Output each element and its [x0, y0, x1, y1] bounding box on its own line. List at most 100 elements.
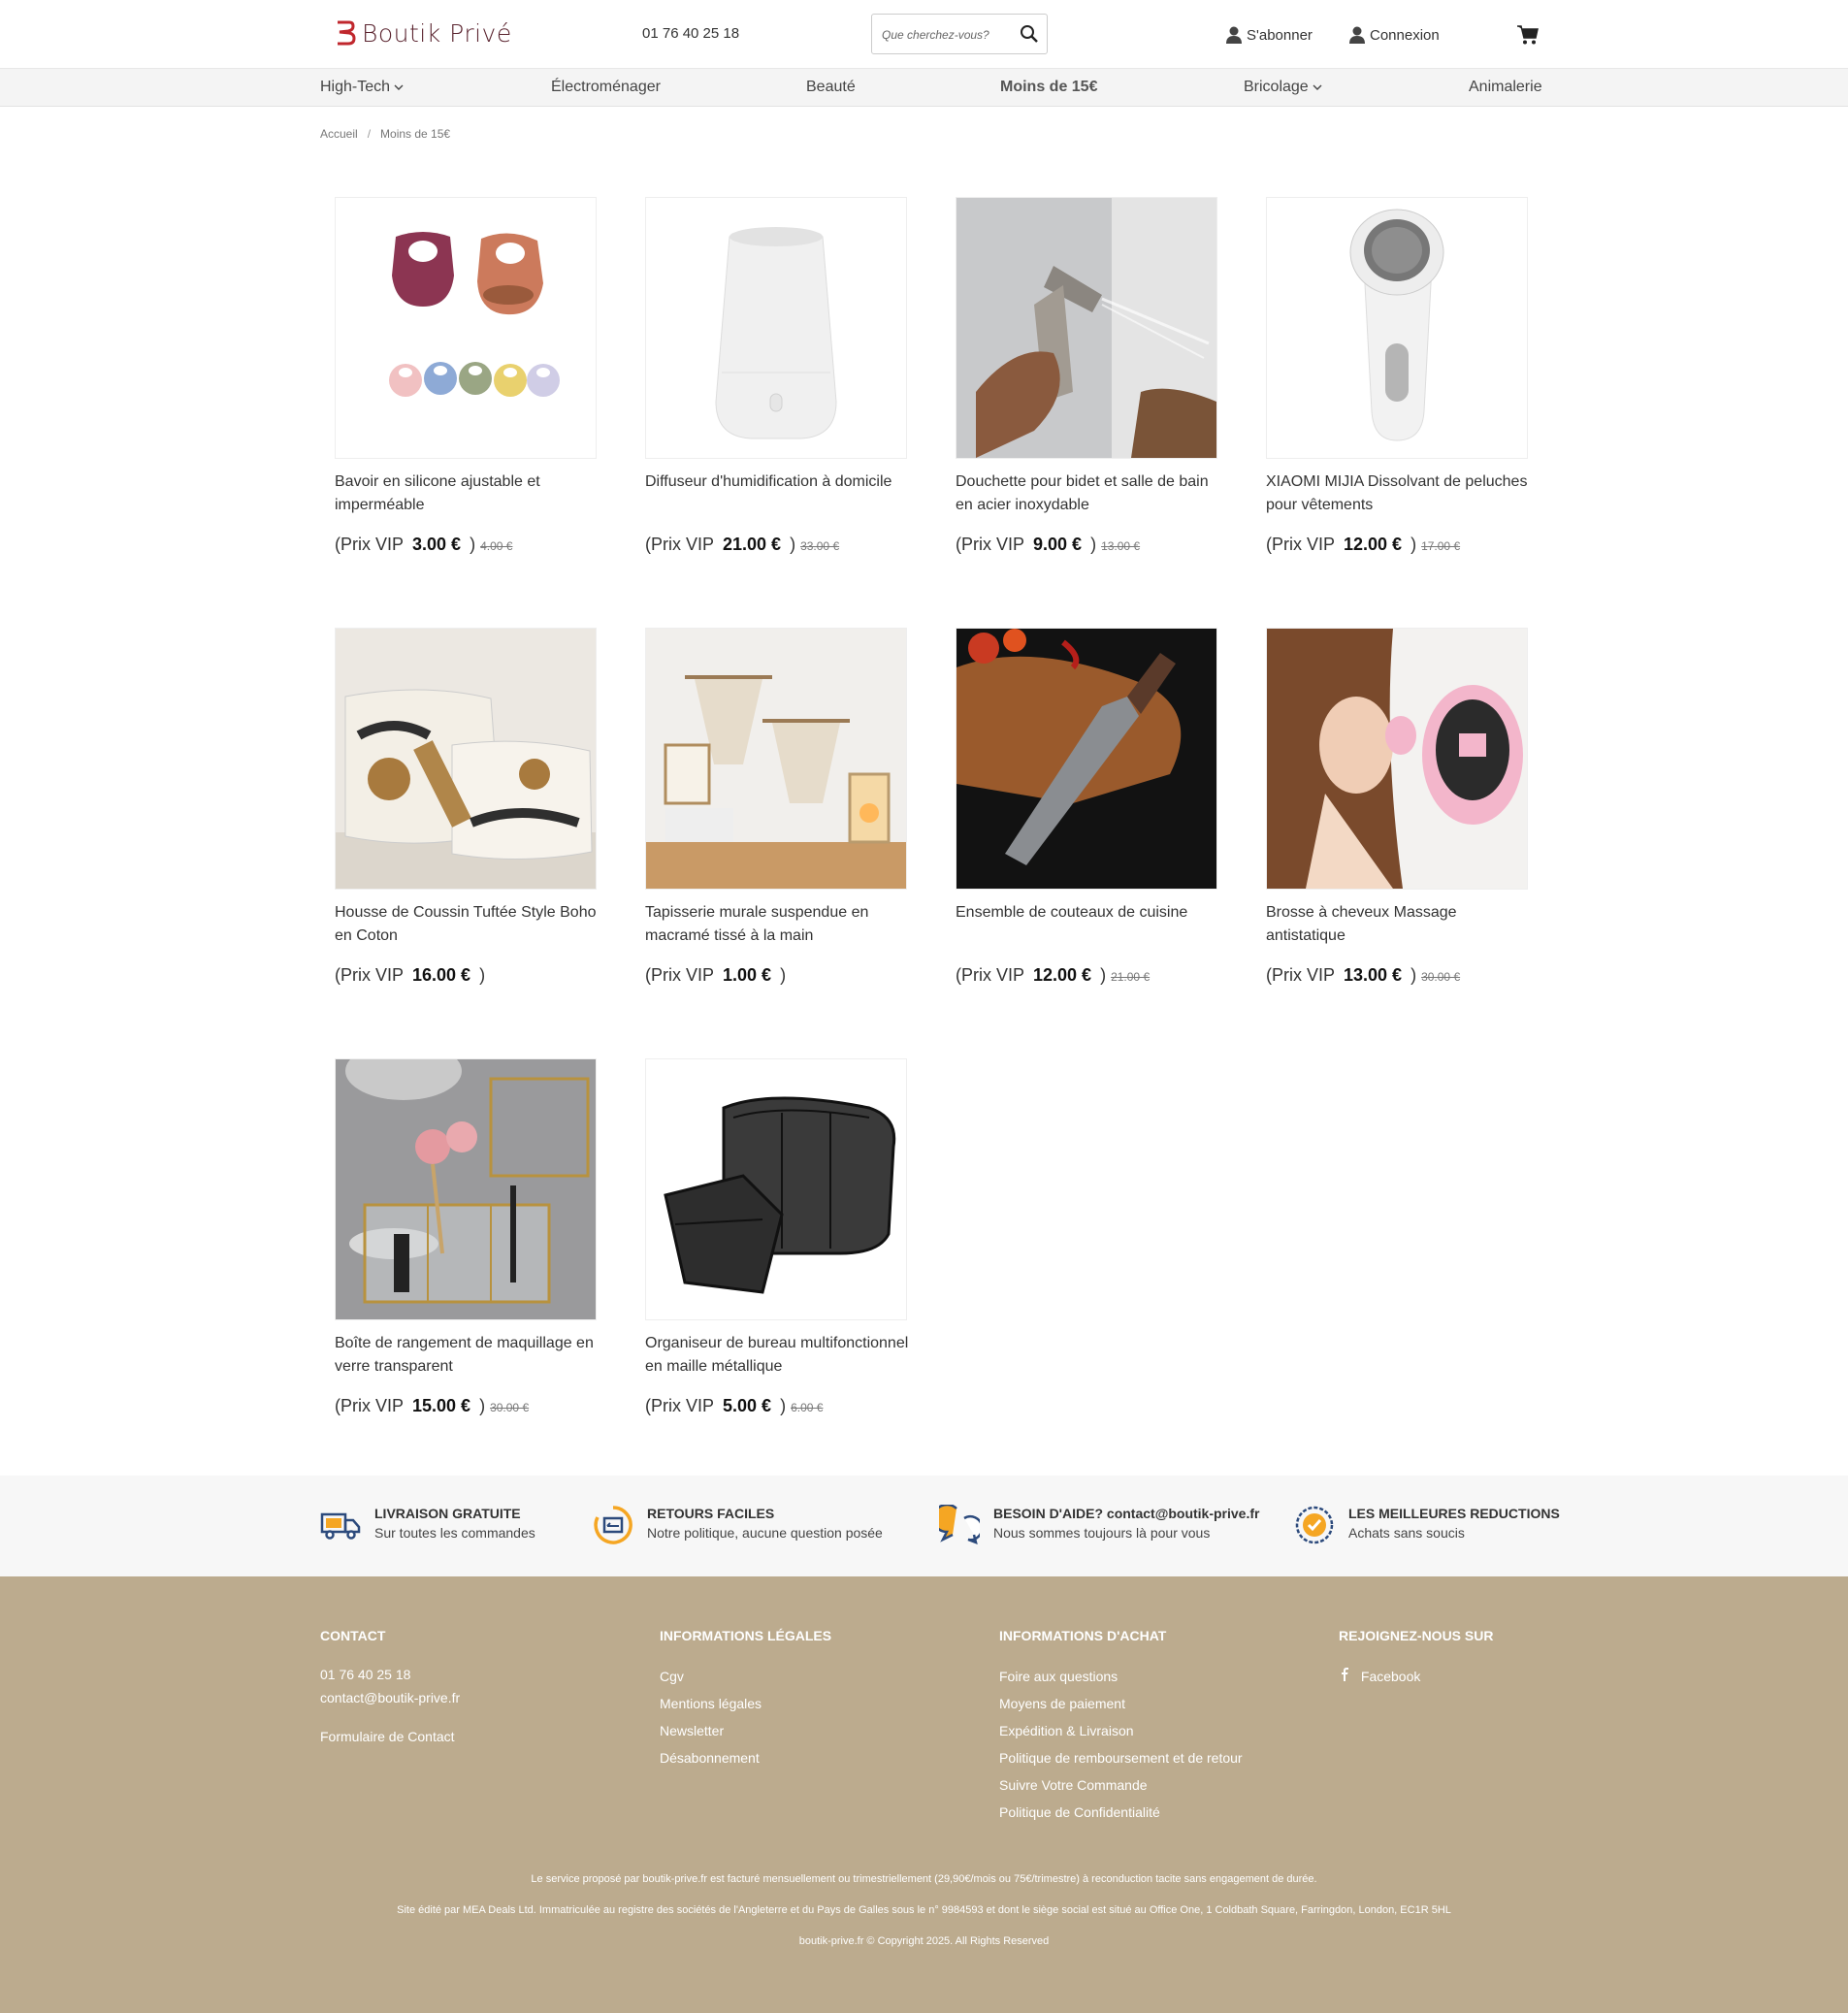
product-title[interactable]: Douchette pour bidet et salle de bain en…	[956, 471, 1219, 517]
nav-item-beaute[interactable]: Beauté	[806, 79, 856, 96]
footer-link-payment[interactable]: Moyens de paiement	[999, 1690, 1243, 1717]
breadcrumb-home[interactable]: Accueil	[320, 127, 358, 141]
login-link[interactable]: Connexion	[1347, 25, 1440, 45]
breadcrumb-current: Moins de 15€	[380, 127, 451, 141]
footer-company-notice: Site édité par MEA Deals Ltd. Immatricul…	[397, 1904, 1451, 1916]
benefit-subtitle: Notre politique, aucune question posée	[647, 1525, 883, 1541]
product-title[interactable]: Boîte de rangement de maquillage en verr…	[335, 1332, 599, 1379]
footer-email[interactable]: contact@boutik-prive.fr	[320, 1686, 460, 1709]
humidifier-image	[646, 198, 906, 458]
nav-item-electromenager[interactable]: Électroménager	[551, 79, 661, 96]
product-price: (Prix VIP 5.00 € ) 6.00 €	[645, 1396, 909, 1416]
product-card[interactable]: Housse de Coussin Tuftée Style Boho en C…	[335, 628, 599, 986]
product-image[interactable]	[645, 1058, 907, 1320]
price-amount: 9.00 €	[1033, 535, 1083, 554]
login-label: Connexion	[1370, 26, 1440, 44]
product-image[interactable]	[335, 197, 597, 459]
price-amount: 15.00 €	[412, 1396, 471, 1415]
product-price: (Prix VIP 21.00 € ) 33.00 €	[645, 535, 909, 555]
product-image[interactable]	[1266, 628, 1528, 890]
old-price: 17.00 €	[1421, 539, 1461, 553]
footer-link-cgv[interactable]: Cgv	[660, 1663, 831, 1690]
footer-link-refund[interactable]: Politique de remboursement et de retour	[999, 1744, 1243, 1771]
price-suffix: )	[790, 535, 796, 554]
product-image[interactable]	[335, 1058, 597, 1320]
footer-contact-form-link[interactable]: Formulaire de Contact	[320, 1725, 460, 1748]
price-prefix: (Prix VIP	[645, 965, 715, 985]
search-input[interactable]	[882, 24, 1008, 46]
product-card[interactable]: Tapisserie murale suspendue en macramé t…	[645, 628, 909, 986]
price-suffix: )	[1100, 965, 1107, 985]
price-suffix: )	[780, 965, 787, 985]
product-price: (Prix VIP 9.00 € ) 13.00 €	[956, 535, 1219, 555]
product-image[interactable]	[645, 628, 907, 890]
product-image[interactable]	[1266, 197, 1528, 459]
price-amount: 16.00 €	[412, 965, 471, 985]
product-card[interactable]: Brosse à cheveux Massage antistatique (P…	[1266, 628, 1530, 986]
benefits-strip: LIVRAISON GRATUITE Sur toutes les comman…	[0, 1476, 1848, 1576]
benefit-subtitle: Nous sommes toujours là pour vous	[993, 1525, 1211, 1541]
price-suffix: )	[1410, 965, 1417, 985]
product-title[interactable]: Bavoir en silicone ajustable et imperméa…	[335, 471, 599, 517]
site-footer: CONTACT 01 76 40 25 18 contact@boutik-pr…	[0, 1576, 1848, 2013]
benefit-title: RETOURS FACILES	[647, 1506, 775, 1521]
product-price: (Prix VIP 16.00 € )	[335, 965, 599, 986]
nav-item-animalerie[interactable]: Animalerie	[1469, 79, 1542, 96]
product-card[interactable]: Ensemble de couteaux de cuisine (Prix VI…	[956, 628, 1219, 986]
product-title[interactable]: Tapisserie murale suspendue en macramé t…	[645, 901, 909, 948]
footer-link-newsletter[interactable]: Newsletter	[660, 1717, 831, 1744]
footer-facebook-link[interactable]: Facebook	[1339, 1663, 1493, 1690]
footer-phone[interactable]: 01 76 40 25 18	[320, 1663, 460, 1686]
product-title[interactable]: Organiseur de bureau multifonctionnel en…	[645, 1332, 909, 1379]
product-card[interactable]: XIAOMI MIJIA Dissolvant de peluches pour…	[1266, 197, 1530, 555]
footer-link-unsubscribe[interactable]: Désabonnement	[660, 1744, 831, 1771]
cart-icon[interactable]	[1516, 23, 1540, 47]
price-amount: 12.00 €	[1033, 965, 1092, 985]
subscribe-link[interactable]: S'abonner	[1224, 25, 1313, 45]
product-image[interactable]	[956, 628, 1217, 890]
product-title[interactable]: Brosse à cheveux Massage antistatique	[1266, 901, 1530, 948]
benefit-subtitle: Sur toutes les commandes	[374, 1525, 535, 1541]
footer-link-track-order[interactable]: Suivre Votre Commande	[999, 1771, 1243, 1799]
footer-copyright: boutik-prive.fr © Copyright 2025. All Ri…	[798, 1935, 1050, 1947]
footer-link-shipping[interactable]: Expédition & Livraison	[999, 1717, 1243, 1744]
old-price: 4.00 €	[480, 539, 513, 553]
footer-link-privacy[interactable]: Politique de Confidentialité	[999, 1799, 1243, 1826]
product-card[interactable]: Bavoir en silicone ajustable et imperméa…	[335, 197, 599, 555]
site-header: Boutik Privé 01 76 40 25 18 S'abonner Co…	[0, 0, 1848, 68]
product-title[interactable]: Ensemble de couteaux de cuisine	[956, 901, 1219, 948]
price-prefix: (Prix VIP	[1266, 965, 1336, 985]
nav-item-moins-de-15[interactable]: Moins de 15€	[1000, 79, 1097, 96]
product-card[interactable]: Organiseur de bureau multifonctionnel en…	[645, 1058, 909, 1416]
hair-brush-image	[1267, 629, 1527, 889]
nav-item-high-tech[interactable]: High-Tech	[320, 79, 405, 96]
footer-heading: INFORMATIONS D'ACHAT	[999, 1628, 1167, 1643]
product-title[interactable]: Diffuseur d'humidification à domicile	[645, 471, 909, 517]
product-image[interactable]	[335, 628, 597, 890]
footer-link-mentions[interactable]: Mentions légales	[660, 1690, 831, 1717]
footer-heading: INFORMATIONS LÉGALES	[660, 1628, 832, 1643]
logo[interactable]: Boutik Privé	[335, 17, 512, 49]
price-amount: 5.00 €	[723, 1396, 772, 1415]
price-prefix: (Prix VIP	[335, 535, 405, 554]
footer-purchase: INFORMATIONS D'ACHAT Foire aux questions…	[999, 1628, 1243, 1826]
product-title[interactable]: XIAOMI MIJIA Dissolvant de peluches pour…	[1266, 471, 1530, 517]
product-card[interactable]: Boîte de rangement de maquillage en verr…	[335, 1058, 599, 1416]
product-card[interactable]: Douchette pour bidet et salle de bain en…	[956, 197, 1219, 555]
subscribe-label: S'abonner	[1247, 26, 1313, 44]
product-card[interactable]: Diffuseur d'humidification à domicile (P…	[645, 197, 909, 555]
lint-remover-image	[1267, 198, 1527, 458]
price-prefix: (Prix VIP	[956, 965, 1025, 985]
search-icon[interactable]	[1020, 24, 1039, 44]
kitchen-knife-image	[956, 629, 1216, 889]
benefit-email[interactable]: contact@boutik-prive.fr	[1107, 1506, 1260, 1521]
product-title[interactable]: Housse de Coussin Tuftée Style Boho en C…	[335, 901, 599, 948]
product-image[interactable]	[956, 197, 1217, 459]
product-image[interactable]	[645, 197, 907, 459]
footer-social: REJOIGNEZ-NOUS SUR Facebook	[1339, 1628, 1493, 1690]
nav-item-bricolage[interactable]: Bricolage	[1244, 79, 1323, 96]
price-amount: 1.00 €	[723, 965, 772, 985]
footer-link-faq[interactable]: Foire aux questions	[999, 1663, 1243, 1690]
nav-label: High-Tech	[320, 79, 391, 95]
header-phone[interactable]: 01 76 40 25 18	[642, 25, 739, 42]
